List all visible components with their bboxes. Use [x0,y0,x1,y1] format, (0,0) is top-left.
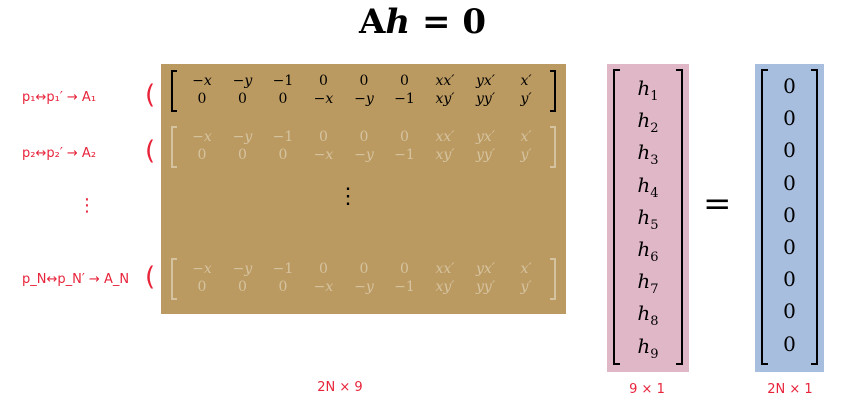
matrix-A-cell: 0 [197,91,207,107]
title-equals: = [421,2,451,42]
matrix-A-cell: −x [313,279,334,295]
matrix-A-cell: −y [354,91,374,107]
matrix-A-cell: −x [313,147,334,163]
vector-h: h1 h2 h3 h4 h5 h6 h7 h8 h9 [607,64,689,372]
matrix-A-cell: 0 [238,91,247,107]
vector-zero: 0 0 0 0 0 0 0 0 0 [755,64,824,372]
note-paren-N: ( [145,262,156,292]
matrix-A-cell: −1 [394,147,415,163]
matrix-A-cell: −x [192,129,212,145]
matrix-A-cell: 0 [319,261,328,277]
title-h: h [385,2,411,42]
matrix-A-cell: 0 [400,261,409,277]
vector-h-entry: h7 [637,269,659,298]
matrix-A-cell: 0 [197,147,207,163]
matrix-A-cell: xx′ [435,129,455,145]
matrix-A-cell: yy′ [476,91,495,107]
matrix-A-cell: −y [354,279,374,295]
matrix-A-cell: y′ [520,91,532,107]
matrix-A-cell: −1 [272,261,294,277]
vector-h-entry: h8 [637,301,659,330]
matrix-A-cell: −x [192,73,212,89]
matrix-A-cell: 0 [278,147,288,163]
matrix-A-cell: 0 [400,129,409,145]
matrix-A-cell: −x [192,261,212,277]
dim-zero: 2N × 1 [767,382,813,397]
vector-h-entry: h2 [637,108,659,137]
note-row-2: p₂↔p₂′ → A₂ [22,146,97,161]
vector-zero-entry: 0 [783,106,796,131]
vector-h-entry: h6 [637,237,659,265]
note-paren-2: ( [145,136,156,166]
matrix-A-cell: 0 [278,279,288,295]
vector-zero-entry: 0 [783,331,796,356]
vector-zero-entry: 0 [783,202,796,227]
matrix-A-cell: −1 [272,129,294,145]
matrix-A-cell: −y [232,129,253,145]
matrix-A-cell: −1 [394,279,415,295]
vector-zero-entry: 0 [783,235,796,259]
note-paren-1: ( [145,80,156,110]
vector-h-entry: h3 [637,140,659,169]
dim-h: 9 × 1 [629,382,665,397]
matrix-A-cell: x′ [520,261,532,277]
matrix-A-cell: −y [232,73,253,89]
matrix-A-cell: −x [313,91,334,107]
matrix-A-cell: 0 [319,73,328,89]
matrix-A: −x −y −1 0 0 0 xx′ yx′ x′ 0 0 0 −x −y −1 xy′ yy′ y′ −x −y… [161,64,566,314]
matrix-A-row-block-2: −x −y −1 0 0 0 xx′ yx′ x′ 0 0 0 −x −y −1 xy′ yy′ y′ [171,126,556,168]
vector-zero-entry: 0 [783,267,796,292]
matrix-A-cell: xy′ [435,279,455,295]
matrix-A-cell: −y [232,261,253,277]
vector-zero-entry: 0 [783,299,796,324]
note-vdots: ⋮ [78,195,96,216]
matrix-A-row-block-N: −x −y −1 0 0 0 xx′ yx′ x′ 0 0 0 −x −y −1 xy′ yy′ y′ [171,258,556,300]
matrix-A-cell: x′ [520,73,532,89]
matrix-A-cell: 0 [400,73,409,89]
matrix-A-cell: −1 [272,73,294,89]
matrix-A-cell: 0 [359,73,369,89]
matrix-A-cell: xy′ [435,91,455,107]
matrix-A-cell: xx′ [435,261,455,277]
matrix-A-cell: 0 [359,261,369,277]
matrix-A-cell: yy′ [476,279,495,295]
matrix-A-cell: 0 [359,129,369,145]
dim-A: 2N × 9 [317,380,363,395]
matrix-A-cell: y′ [520,147,532,163]
vector-h-entry: h9 [637,333,659,362]
title-zero: 0 [462,2,486,42]
matrix-A-cell: 0 [238,147,247,163]
matrix-A-cell: y′ [520,279,532,295]
equation-title: Ah = 0 [0,2,845,42]
matrix-A-cell: yx′ [476,261,495,277]
vector-h-entry: h5 [637,204,659,233]
matrix-A-cell: −1 [394,91,415,107]
vector-zero-entry: 0 [783,74,796,98]
matrix-A-vdots: ⋮ [337,184,359,209]
equals-sign: = [703,184,732,224]
vector-h-entry: h1 [637,76,659,104]
matrix-A-cell: yy′ [476,147,495,163]
matrix-A-cell: 0 [319,129,328,145]
matrix-A-cell: yx′ [476,73,495,89]
matrix-A-cell: −y [354,147,374,163]
matrix-A-cell: 0 [278,91,288,107]
matrix-A-cell: x′ [520,129,532,145]
matrix-A-row-block-1: −x −y −1 0 0 0 xx′ yx′ x′ 0 0 0 −x −y −1 xy′ yy′ y′ [171,70,556,112]
vector-zero-entry: 0 [783,170,796,195]
vector-h-entry: h4 [637,172,659,201]
matrix-A-cell: yx′ [476,129,495,145]
vector-zero-entry: 0 [783,138,796,163]
matrix-A-cell: 0 [238,279,247,295]
title-A: A [359,2,386,42]
note-row-1: p₁↔p₁′ → A₁ [22,90,97,105]
matrix-A-cell: xx′ [435,73,455,89]
matrix-A-cell: 0 [197,279,207,295]
matrix-A-cell: xy′ [435,147,455,163]
note-row-N: p_N↔p_N′ → A_N [22,272,130,287]
